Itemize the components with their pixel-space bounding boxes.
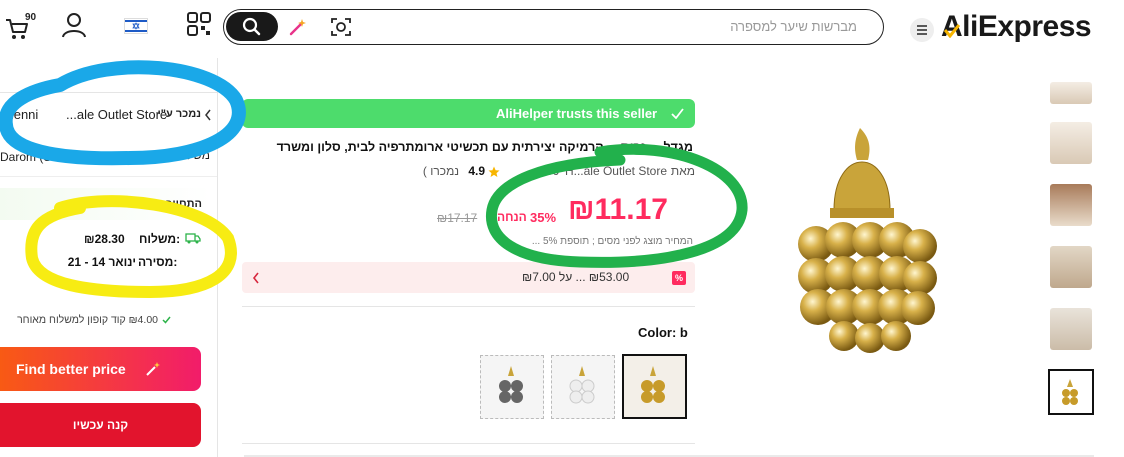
- discount-word: הנחה: [497, 210, 527, 224]
- shipping-price: ₪28.30: [84, 232, 125, 246]
- store-from-label: מאת: [670, 164, 695, 178]
- account-button[interactable]: [60, 11, 90, 41]
- search-icon: [242, 17, 261, 36]
- store-name-link[interactable]: H...ale Outlet Store: [565, 164, 667, 178]
- search-input[interactable]: מברשות שיער למספרה: [730, 19, 857, 34]
- find-better-price-button[interactable]: Find better price: [0, 347, 201, 391]
- store-prefix: ...lenni: [0, 107, 39, 122]
- qr-button[interactable]: [186, 11, 216, 41]
- logo-check-mark-icon: [944, 24, 960, 38]
- sold-count: נמכרו ): [422, 164, 459, 178]
- promo-text: ₪53.00 ... על ₪7.00: [522, 270, 630, 284]
- thumbnail[interactable]: [1050, 122, 1092, 164]
- commitment-label: התחייבות: [154, 198, 202, 210]
- candle-holder-gold-thumbnail: [641, 366, 665, 403]
- search-bar: מברשות שיער למספרה: [223, 9, 884, 45]
- rating-value: 4.9: [468, 164, 485, 178]
- ship-to-label: משלוח ל: [166, 148, 210, 162]
- aliexpress-logo[interactable]: AliExpress: [941, 10, 1092, 44]
- tax-note: המחיר מוצג לפני מסים ; תוספת 5% ...: [531, 236, 693, 247]
- store-name-link[interactable]: ...ale Outlet Store: [66, 107, 167, 122]
- candle-holder-white-thumbnail: [569, 366, 595, 404]
- divider: [242, 306, 695, 307]
- magic-wand-icon: [146, 362, 160, 376]
- color-option-gold-selected[interactable]: [622, 354, 687, 419]
- old-price: ₪17.17: [437, 211, 478, 225]
- divider: [0, 176, 217, 177]
- color-option-white[interactable]: [551, 355, 615, 419]
- israel-flag-icon: [125, 20, 147, 32]
- color-label: Color: b: [638, 325, 688, 340]
- thumbnail-selected[interactable]: [1048, 369, 1094, 415]
- search-button[interactable]: [226, 12, 278, 41]
- check-icon: [162, 316, 171, 324]
- promo-banner[interactable]: ₪53.00 ... על ₪7.00 %: [242, 262, 695, 293]
- menu-button[interactable]: [910, 18, 934, 42]
- discount-percent: 35%: [530, 210, 557, 225]
- sidebar-divider: [217, 58, 218, 457]
- product-title: מגדל ... נרות ... קרמיקה יצירתית עם תכשי…: [276, 140, 693, 154]
- thumbnail[interactable]: [1050, 82, 1092, 104]
- promo-badge: %: [672, 271, 686, 285]
- chevron-left-icon: [252, 272, 259, 284]
- truck-icon: [185, 233, 201, 244]
- delivery-dates: ינואר 14 - 21: [67, 255, 136, 269]
- shipping-label: משלוח:: [139, 232, 181, 246]
- qr-code-icon: [187, 12, 211, 36]
- delivery-label: מסירה:: [138, 255, 178, 269]
- sidebar-top-line: [0, 92, 217, 93]
- header: 90 מברשות שיער למספרה AliExpress: [0, 0, 1124, 58]
- sold-by-label: נמכר ע"י: [157, 108, 201, 120]
- divider: [242, 443, 695, 444]
- thumbnail[interactable]: [1050, 246, 1092, 288]
- buy-now-button[interactable]: קנה עכשיו: [0, 403, 201, 447]
- thumbnail[interactable]: [1050, 184, 1092, 226]
- find-better-price-label: Find better price: [16, 361, 126, 377]
- gold-candle-holder-thumbnail: [1062, 379, 1078, 405]
- color-option-black[interactable]: [480, 355, 544, 419]
- trust-banner-text: AliHelper trusts this seller: [496, 106, 658, 121]
- logo-text: AliExpress: [941, 10, 1092, 43]
- language-button[interactable]: [124, 18, 148, 34]
- check-icon: [671, 108, 684, 119]
- menu-icon: [917, 25, 927, 35]
- user-icon: [62, 13, 86, 38]
- main-product-image[interactable]: [760, 100, 970, 360]
- star-icon: [488, 166, 500, 177]
- store-rating-row: מאת H...ale Outlet Store 366 4.9 נמכרו ): [370, 163, 695, 181]
- camera-search-icon[interactable]: [330, 16, 352, 38]
- reviews-count[interactable]: 366: [539, 164, 559, 178]
- cart-count: 90: [25, 12, 37, 23]
- price: ₪11.17: [568, 193, 668, 226]
- location-value[interactable]: Darom (South): [0, 150, 79, 164]
- buy-now-label: קנה עכשיו: [72, 418, 129, 432]
- thumbnail[interactable]: [1050, 308, 1092, 350]
- chevron-left-icon[interactable]: [204, 109, 212, 121]
- gold-candle-holder-image: [798, 128, 937, 353]
- coupon-text: ₪4.00 קוד קופון למשלוח מאוחר: [17, 314, 158, 326]
- candle-holder-black-thumbnail: [499, 366, 523, 403]
- trust-banner: AliHelper trusts this seller: [242, 99, 695, 128]
- cart-button[interactable]: 90: [4, 12, 37, 40]
- magic-wand-icon[interactable]: [288, 17, 308, 37]
